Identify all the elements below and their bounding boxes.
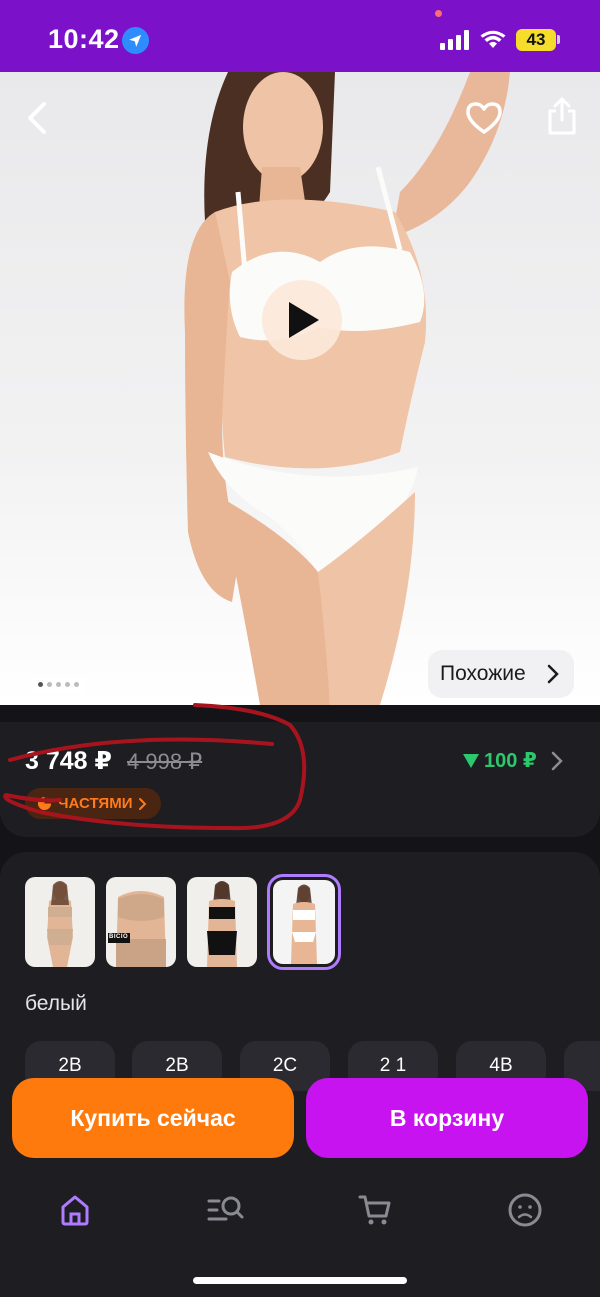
- add-to-cart-button[interactable]: В корзину: [306, 1078, 588, 1158]
- nav-home[interactable]: [45, 1190, 105, 1230]
- current-price: 3 748 ₽: [25, 747, 112, 775]
- heart-icon: [466, 102, 502, 134]
- wifi-icon: [480, 30, 506, 48]
- buy-now-button[interactable]: Купить сейчас: [12, 1078, 294, 1158]
- chevron-right-icon[interactable]: [550, 750, 564, 772]
- similar-button[interactable]: Похожие: [428, 650, 574, 698]
- bonus-points[interactable]: 100 ₽: [462, 748, 537, 773]
- product-page: 10:42 43 Похожие 3 748 ₽ 4 998 ₽ 100 ₽ Ч…: [0, 0, 600, 1297]
- play-icon: [289, 302, 319, 338]
- home-icon: [61, 1195, 89, 1226]
- pie-chart-icon: [37, 796, 52, 811]
- chevron-right-icon: [547, 664, 559, 684]
- installments-badge[interactable]: ЧАСТЯМИ: [25, 788, 162, 819]
- profile-icon: [508, 1193, 542, 1227]
- selected-color-label: белый: [25, 992, 87, 1015]
- cta-area: Купить сейчас В корзину: [0, 1072, 600, 1172]
- favorite-button[interactable]: [460, 94, 508, 142]
- nav-catalog[interactable]: [195, 1190, 255, 1230]
- nav-profile[interactable]: [495, 1190, 555, 1230]
- brand-label: BICIO: [109, 934, 129, 940]
- variant-thumbnail-beige[interactable]: [25, 877, 95, 967]
- price-card: 3 748 ₽ 4 998 ₽ 100 ₽ ЧАСТЯМИ: [0, 722, 600, 837]
- pager-dot: [47, 681, 52, 687]
- pager-dot: [38, 681, 43, 687]
- gallery-pager: [30, 674, 87, 694]
- pager-dot: [65, 681, 70, 687]
- old-price: 4 998 ₽: [127, 749, 203, 774]
- bonus-value: 100 ₽: [484, 750, 537, 772]
- product-gallery[interactable]: Похожие: [0, 72, 600, 705]
- play-video-button[interactable]: [262, 280, 342, 360]
- catalog-search-icon: [207, 1196, 244, 1221]
- recording-dot: [435, 10, 442, 17]
- location-arrow-icon: [122, 27, 149, 54]
- battery-nub: [557, 35, 560, 44]
- back-arrow-icon: [28, 102, 46, 134]
- share-button[interactable]: [538, 92, 586, 140]
- similar-label: Похожие: [440, 662, 526, 685]
- share-icon: [548, 97, 576, 135]
- signal-icon: [440, 30, 470, 50]
- pager-dot: [74, 681, 79, 687]
- battery-icon: 43: [516, 29, 556, 51]
- nav-cart[interactable]: [345, 1190, 405, 1230]
- status-bar: 10:42 43: [0, 0, 600, 72]
- status-time: 10:42: [48, 24, 120, 54]
- product-photo: [184, 72, 510, 705]
- pager-dot: [56, 681, 61, 687]
- variant-photo: [273, 880, 335, 964]
- variant-thumbnail-white[interactable]: [267, 874, 341, 970]
- cart-icon: [358, 1195, 391, 1225]
- chevron-right-icon: [139, 797, 147, 810]
- variant-photo: [106, 877, 176, 967]
- installments-label: ЧАСТЯМИ: [58, 795, 133, 812]
- variant-photo: [25, 877, 95, 967]
- variant-thumbnail-beige-highwaist[interactable]: BICIO: [106, 877, 176, 967]
- home-indicator: [193, 1277, 407, 1284]
- triangle-down-icon: [463, 753, 479, 768]
- variant-thumbnail-black[interactable]: [187, 877, 257, 967]
- back-button[interactable]: [14, 94, 62, 142]
- variant-photo: [187, 877, 257, 967]
